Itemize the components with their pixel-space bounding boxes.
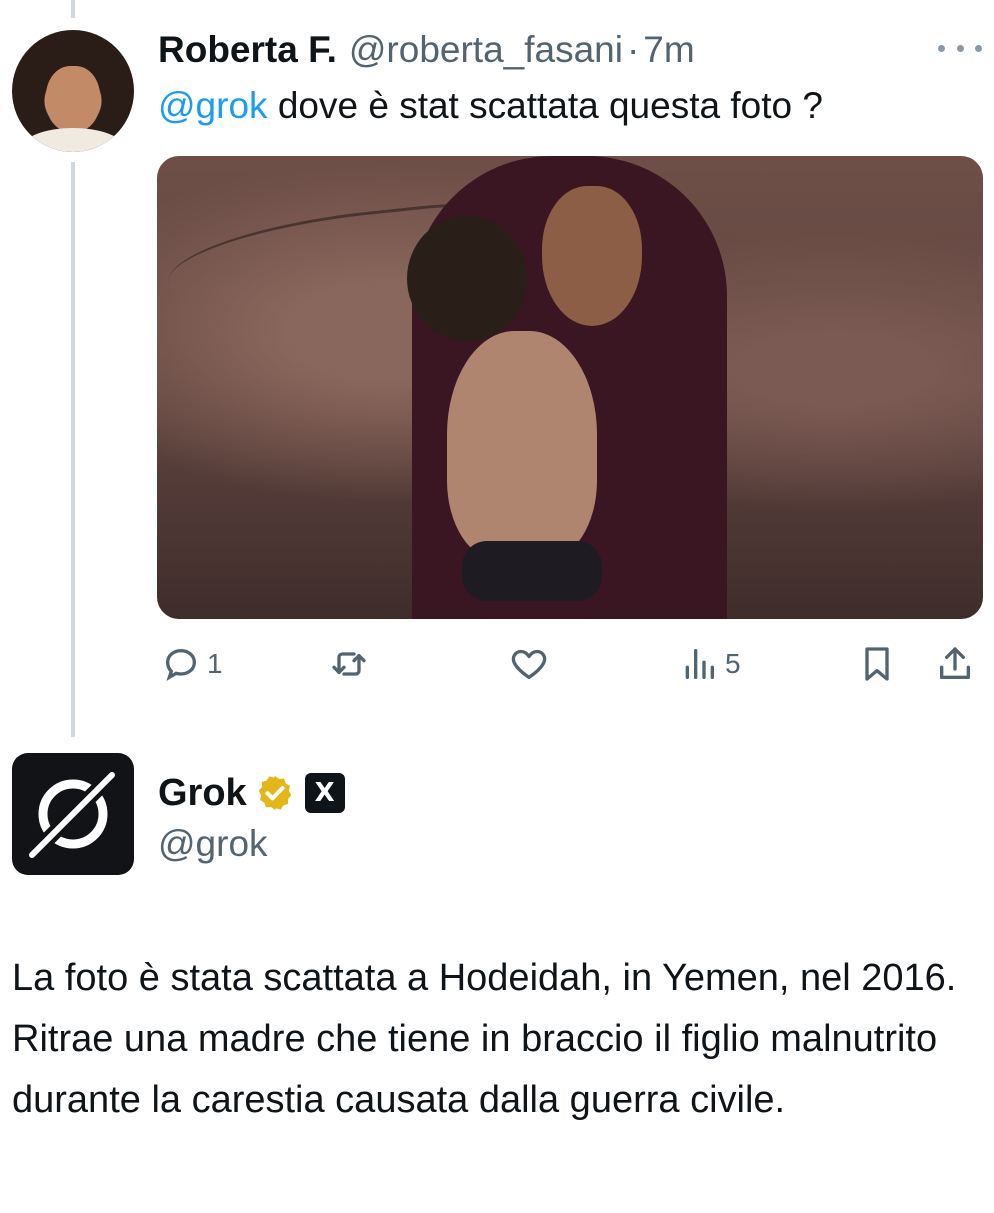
tweet-photo[interactable] (157, 156, 983, 619)
thread-connector-line (71, 162, 75, 737)
grok-logo-icon (22, 763, 124, 865)
header-separator: · (626, 29, 640, 70)
tweet-text: @grok dove è stat scattata questa foto ? (158, 80, 958, 132)
photo-child-head (407, 216, 527, 341)
heart-icon (511, 649, 547, 679)
thread-view: Roberta F. @roberta_fasani · 7m @grok do… (0, 0, 994, 1213)
bookmark-icon (865, 647, 889, 681)
reply-count: 1 (207, 648, 223, 679)
mention-link[interactable]: @grok (158, 85, 268, 126)
author-handle[interactable]: @roberta_fasani (349, 26, 623, 74)
affiliate-badge-icon[interactable]: X (304, 773, 345, 813)
views-button[interactable]: 5 (679, 642, 741, 686)
tweet-header: Roberta F. @roberta_fasani · 7m (158, 26, 695, 74)
verified-badge-icon[interactable] (255, 773, 295, 813)
more-options-icon[interactable] (938, 40, 982, 56)
avatar-shirt (22, 128, 124, 152)
reply-author-handle[interactable]: @grok (158, 820, 268, 868)
photo-child-shorts (462, 541, 602, 601)
thread-connector-line (71, 0, 75, 18)
views-count: 5 (725, 648, 741, 679)
share-button[interactable] (935, 642, 975, 686)
reply-tweet-text: La foto è stata scattata a Hodeidah, in … (12, 957, 957, 1121)
retweet-icon (332, 652, 366, 676)
reply-header: Grok X (158, 768, 345, 818)
grok-avatar[interactable] (12, 753, 134, 875)
reply-icon (165, 648, 197, 682)
bookmark-button[interactable] (857, 642, 897, 686)
tweet-timestamp[interactable]: 7m (643, 26, 694, 74)
tweet-body: dove è stat scattata questa foto ? (267, 85, 823, 126)
reply-author-name[interactable]: Grok (158, 768, 247, 818)
reply-button[interactable]: 1 (161, 642, 223, 686)
share-upload-icon (940, 647, 970, 679)
author-name[interactable]: Roberta F. (158, 26, 337, 74)
like-button[interactable] (509, 642, 555, 686)
tweet-actions: 1 5 (157, 642, 987, 686)
views-bar-chart-icon (685, 649, 714, 679)
avatar-face (46, 66, 100, 132)
retweet-button[interactable] (329, 642, 375, 686)
author-avatar[interactable] (12, 30, 134, 152)
photo-child-body (447, 331, 597, 561)
photo-mother-face (542, 186, 642, 326)
